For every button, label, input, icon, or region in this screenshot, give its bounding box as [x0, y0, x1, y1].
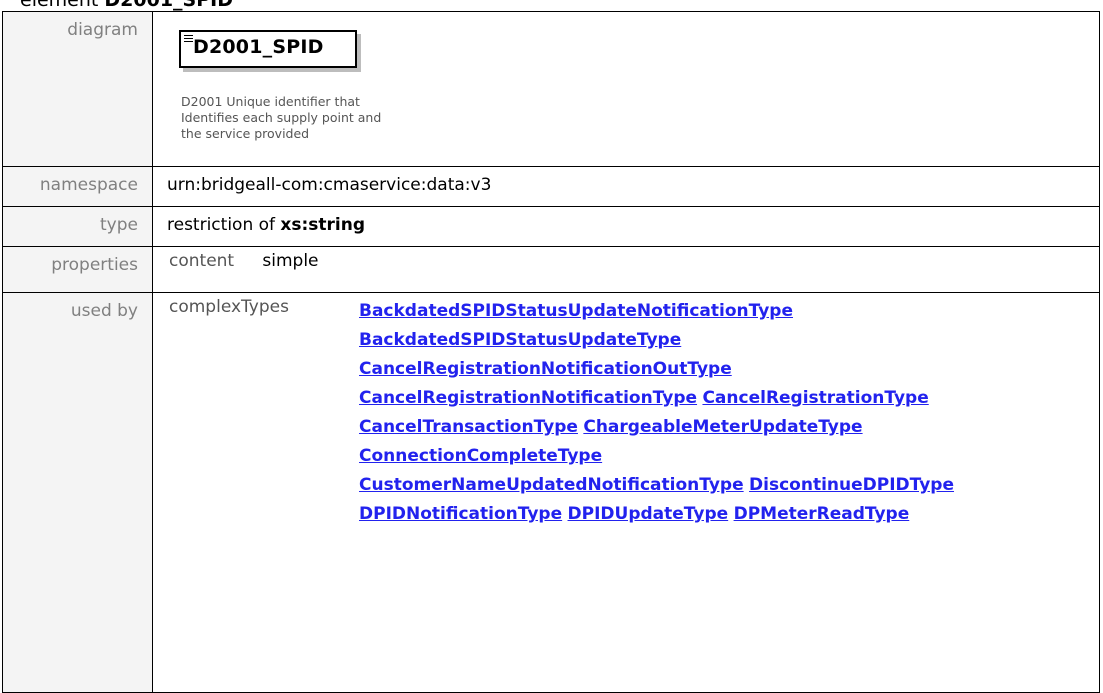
annotation-lines-icon: [184, 35, 193, 44]
row-type: type restriction of xs:string: [2, 206, 1100, 247]
label-type: type: [2, 206, 153, 247]
label-used-by: used by: [2, 292, 153, 693]
element-properties-table: diagram D2001_SPID D2001 Unique identifi…: [2, 11, 1100, 693]
properties-key: content: [169, 251, 235, 271]
namespace-value: urn:bridgeall-com:cmaservice:data:v3: [152, 166, 1100, 207]
type-link[interactable]: DPIDUpdateType: [568, 504, 729, 524]
properties-value: content simple: [152, 246, 1100, 293]
type-link[interactable]: CustomerNameUpdatedNotificationType: [359, 475, 744, 495]
type-link[interactable]: CancelRegistrationNotificationType: [359, 388, 697, 408]
type-base: xs:string: [280, 215, 366, 235]
diagram-description: D2001 Unique identifier that Identifies …: [181, 94, 382, 141]
label-namespace: namespace: [2, 166, 153, 207]
diagram-element-name: D2001_SPID: [193, 36, 324, 58]
row-diagram: diagram D2001_SPID D2001 Unique identifi…: [2, 11, 1100, 167]
row-properties: properties content simple: [2, 246, 1100, 293]
element-diagram-box[interactable]: D2001_SPID: [179, 30, 357, 68]
type-link[interactable]: ConnectionCompleteType: [359, 446, 602, 466]
type-link[interactable]: BackdatedSPIDStatusUpdateType: [359, 330, 681, 350]
type-link[interactable]: CancelRegistrationNotificationOutType: [359, 359, 732, 379]
row-namespace: namespace urn:bridgeall-com:cmaservice:d…: [2, 166, 1100, 207]
type-link[interactable]: ChargeableMeterUpdateType: [583, 417, 862, 437]
properties-content-value: simple: [262, 251, 319, 271]
used-by-key: complexTypes: [169, 297, 289, 317]
type-link[interactable]: CancelTransactionType: [359, 417, 578, 437]
type-link[interactable]: BackdatedSPIDStatusUpdateNotificationTyp…: [359, 301, 793, 321]
diagram-cell: D2001_SPID D2001 Unique identifier that …: [152, 11, 1100, 167]
type-link[interactable]: DPIDNotificationType: [359, 504, 562, 524]
label-diagram: diagram: [2, 11, 153, 167]
row-used-by: used by complexTypes BackdatedSPIDStatus…: [2, 292, 1100, 693]
label-properties: properties: [2, 246, 153, 293]
type-value: restriction of xs:string: [152, 206, 1100, 247]
used-by-value: complexTypes BackdatedSPIDStatusUpdateNo…: [152, 292, 1100, 693]
element-diagram: D2001_SPID D2001 Unique identifier that …: [153, 12, 1099, 162]
heading-element-name: D2001_SPID: [104, 0, 234, 11]
type-link[interactable]: DiscontinueDPIDType: [749, 475, 954, 495]
type-link[interactable]: CancelRegistrationType: [702, 388, 928, 408]
heading-prefix: element: [20, 0, 99, 11]
type-prefix: restriction of: [167, 215, 276, 235]
used-by-list: complexTypes BackdatedSPIDStatusUpdateNo…: [167, 297, 1099, 529]
type-link[interactable]: DPMeterReadType: [734, 504, 910, 524]
used-by-links: BackdatedSPIDStatusUpdateNotificationTyp…: [359, 297, 1079, 529]
